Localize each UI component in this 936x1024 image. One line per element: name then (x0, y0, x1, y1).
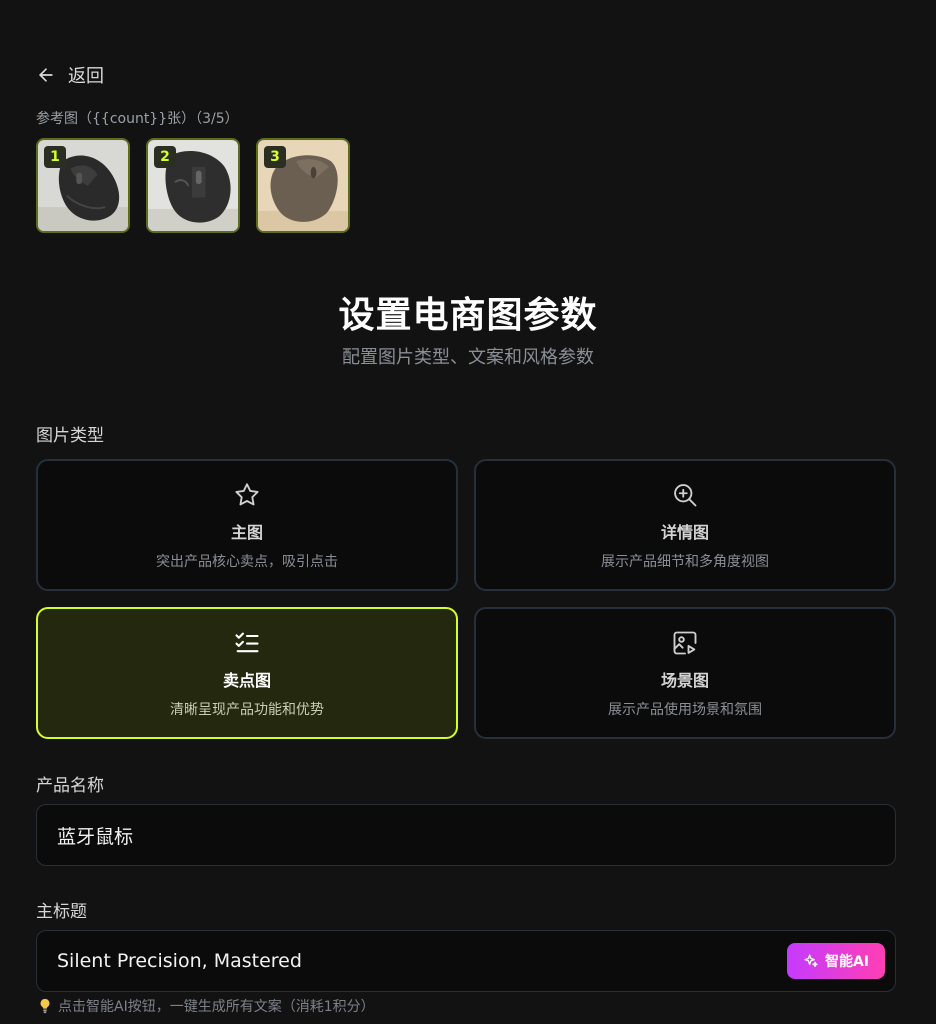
option-description: 突出产品核心卖点，吸引点击 (156, 554, 338, 570)
main-title-field[interactable]: Silent Precision, Mastered 智能AI (36, 930, 896, 992)
smart-ai-button[interactable]: 智能AI (787, 943, 885, 979)
reference-images-label: 参考图（{{count}}张）（3/5） (36, 111, 239, 127)
page-title: 设置电商图参数 (338, 295, 598, 336)
ai-hint: 点击智能AI按钮，一键生成所有文案（消耗1积分） (38, 996, 375, 1016)
option-title: 场景图 (660, 671, 709, 690)
smart-ai-label: 智能AI (824, 954, 870, 970)
reference-thumbnail-2[interactable]: 2 (146, 138, 240, 233)
option-description: 展示产品细节和多角度视图 (601, 554, 769, 570)
image-type-option-selling-point[interactable]: 卖点图 清晰呈现产品功能和优势 (36, 607, 458, 739)
main-title-value: Silent Precision, Mastered (57, 950, 302, 972)
back-label: 返回 (68, 66, 104, 87)
option-description: 展示产品使用场景和氛围 (608, 702, 762, 718)
ai-hint-text: 点击智能AI按钮，一键生成所有文案（消耗1积分） (58, 999, 375, 1015)
reference-thumbnail-1[interactable]: 1 (36, 138, 130, 233)
product-name-value: 蓝牙鼠标 (57, 825, 134, 848)
image-type-option-main[interactable]: 主图 突出产品核心卖点，吸引点击 (36, 459, 458, 591)
image-type-label: 图片类型 (36, 426, 104, 446)
option-description: 清晰呈现产品功能和优势 (170, 702, 324, 718)
main-title-label: 主标题 (36, 902, 87, 922)
option-title: 卖点图 (222, 671, 271, 690)
image-type-option-detail[interactable]: 详情图 展示产品细节和多角度视图 (474, 459, 896, 591)
option-title: 详情图 (660, 523, 709, 542)
thumbnail-index: 2 (154, 146, 176, 168)
option-title: 主图 (230, 523, 263, 542)
product-name-field[interactable]: 蓝牙鼠标 (36, 804, 896, 866)
back-button[interactable]: 返回 (36, 60, 104, 90)
lightbulb-icon (40, 998, 50, 1014)
arrow-left-icon (39, 68, 53, 82)
image-play-icon (671, 629, 699, 657)
product-name-label: 产品名称 (36, 776, 104, 796)
star-icon (233, 481, 261, 509)
zoom-in-icon (671, 481, 699, 509)
thumbnail-index: 3 (264, 146, 286, 168)
reference-thumbnail-3[interactable]: 3 (256, 138, 350, 233)
page-subtitle: 配置图片类型、文案和风格参数 (342, 347, 594, 368)
image-type-option-scene[interactable]: 场景图 展示产品使用场景和氛围 (474, 607, 896, 739)
sparkles-icon (804, 954, 818, 967)
checklist-icon (233, 629, 261, 657)
reference-thumbnails: 1 2 3 (36, 138, 350, 233)
thumbnail-index: 1 (44, 146, 66, 168)
